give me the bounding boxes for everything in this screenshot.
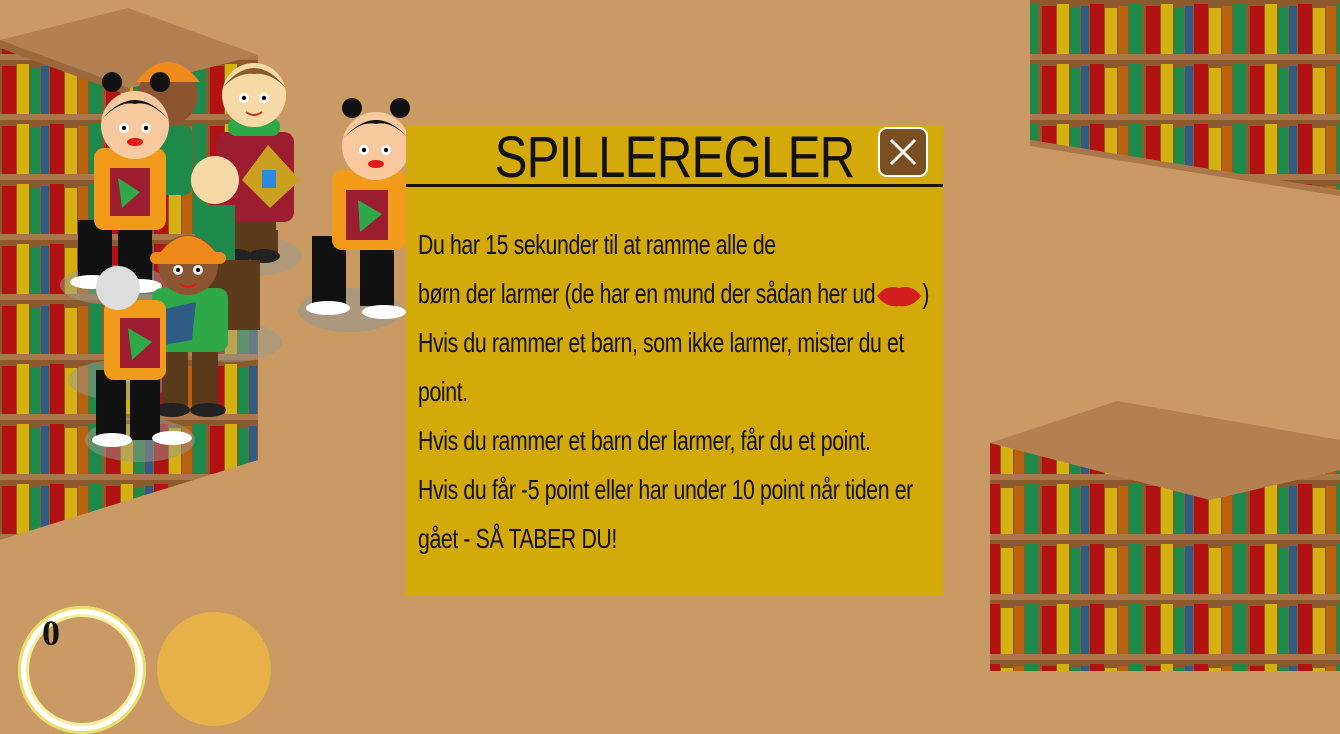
- rules-title: SPILLEREGLER: [494, 125, 856, 190]
- timer-circle: [157, 612, 271, 726]
- rule-line-3: Hvis du rammer et barn, som ikke larmer,…: [418, 327, 905, 358]
- rule-line-1: Du har 15 sekunder til at ramme alle de: [418, 229, 776, 260]
- score-value: 0: [42, 613, 60, 653]
- bookshelf-bottom-right: [990, 401, 1340, 671]
- close-button[interactable]: [878, 127, 928, 177]
- rule-line-7: gået - SÅ TABER DU!: [418, 523, 617, 554]
- rule-line-6: Hvis du får -5 point eller har under 10 …: [418, 474, 913, 505]
- rule-line-5: Hvis du rammer et barn der larmer, får d…: [418, 425, 871, 456]
- bookshelf-top-right: [1030, 0, 1340, 196]
- rule-line-2: børn der larmer (de har en mund der såda…: [418, 269, 929, 318]
- rules-modal-header: SPILLEREGLER: [406, 125, 943, 190]
- rule-line-2-text: børn der larmer (de har en mund der såda…: [418, 278, 876, 309]
- rules-text: Du har 15 sekunder til at ramme alle de …: [418, 220, 943, 563]
- rule-line-2-suffix: ): [922, 278, 930, 309]
- score-ring: [18, 606, 146, 734]
- rules-modal: SPILLEREGLER Du har 15 sekunder til at r…: [406, 126, 943, 595]
- lips-icon: [876, 286, 921, 306]
- kid-girl-right[interactable]: [306, 98, 410, 319]
- close-icon: [889, 138, 917, 166]
- rule-line-4: point.: [418, 376, 468, 407]
